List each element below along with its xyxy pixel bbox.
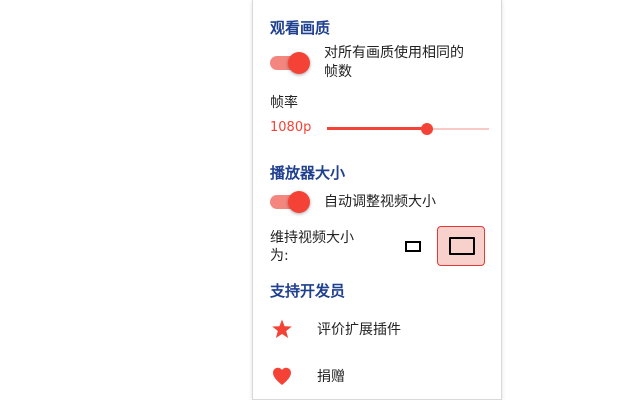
same-fps-label: 对所有画质使用相同的 帧数: [324, 44, 464, 82]
same-fps-label-line2: 帧数: [324, 64, 352, 80]
heart-icon: [273, 367, 291, 385]
keep-size-label-line1: 维持视频大小: [270, 230, 354, 246]
star-icon: [272, 319, 292, 338]
same-fps-toggle[interactable]: [270, 52, 310, 74]
slider-fill: [327, 127, 427, 130]
small-rectangle-icon: [405, 241, 421, 252]
same-fps-label-line1: 对所有画质使用相同的: [324, 45, 464, 61]
keep-size-label-line2: 为:: [270, 248, 289, 264]
rate-extension-label: 评价扩展插件: [317, 322, 401, 338]
section-title-quality: 观看画质: [270, 19, 331, 37]
settings-panel: 观看画质 对所有画质使用相同的 帧数 帧率 1080p 播放器大小 自动调整视频…: [252, 0, 502, 400]
auto-resize-label: 自动调整视频大小: [324, 194, 436, 210]
size-large-button[interactable]: [437, 226, 485, 266]
toggle-knob: [288, 52, 310, 74]
fps-label: 帧率: [270, 95, 298, 111]
slider-thumb[interactable]: [421, 123, 433, 135]
donate-label: 捐赠: [317, 369, 345, 385]
donate-link[interactable]: 捐赠: [270, 364, 470, 388]
auto-resize-toggle[interactable]: [270, 191, 310, 213]
fps-slider-value: 1080p: [270, 120, 312, 135]
size-small-button[interactable]: [403, 238, 423, 254]
rate-extension-link[interactable]: 评价扩展插件: [270, 317, 470, 341]
toggle-knob: [288, 191, 310, 213]
large-rectangle-icon: [449, 237, 475, 255]
section-title-player-size: 播放器大小: [270, 164, 346, 182]
keep-size-label: 维持视频大小 为:: [270, 229, 354, 265]
fps-slider[interactable]: [327, 120, 489, 138]
section-title-support: 支持开发员: [270, 282, 346, 300]
